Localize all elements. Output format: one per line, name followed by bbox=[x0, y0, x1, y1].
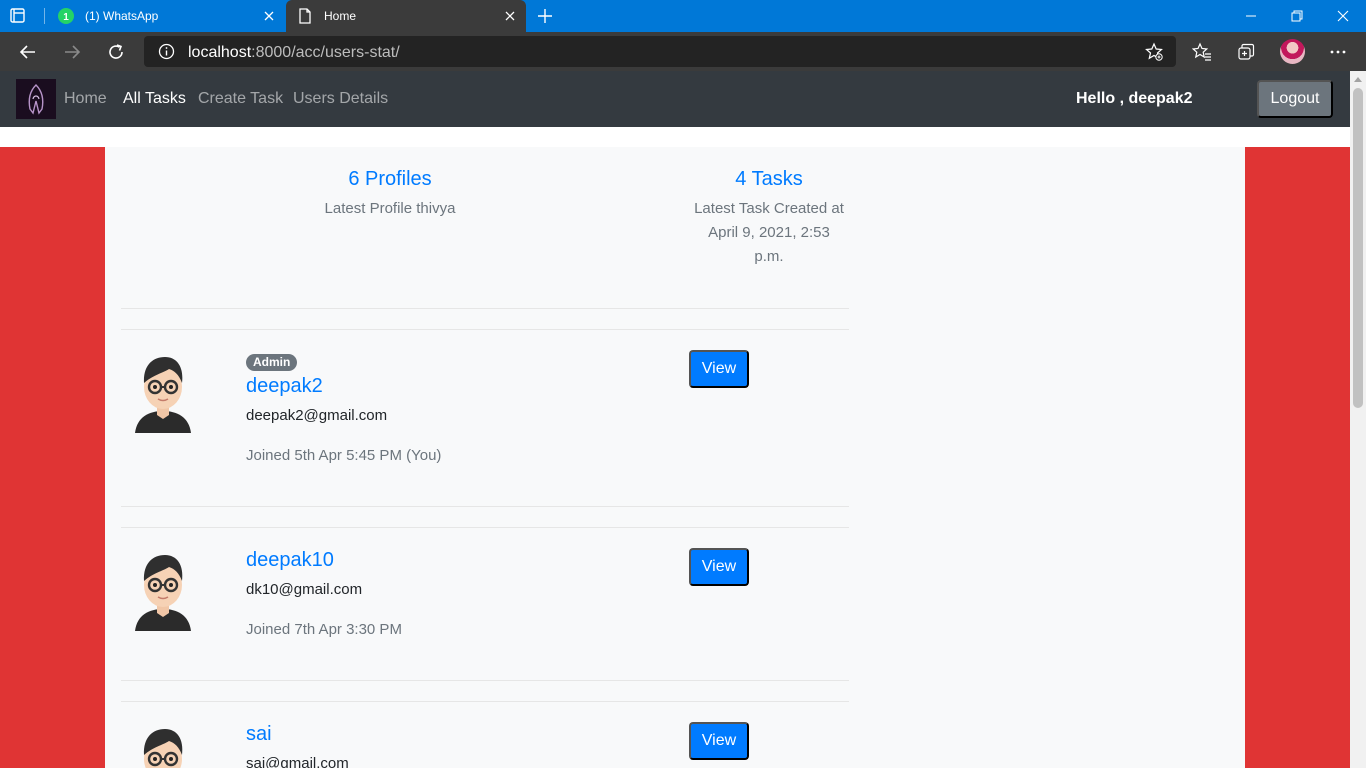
divider bbox=[121, 329, 849, 330]
browser-toolbar: localhost:8000/acc/users-stat/ bbox=[0, 32, 1366, 71]
user-joined-date: Joined 7th Apr 3:30 PM bbox=[246, 621, 402, 638]
browser-tab-bar: 1 (1) WhatsApp Home bbox=[0, 0, 1366, 32]
latest-profile-text: Latest Profile thivya bbox=[324, 200, 456, 217]
nav-link-create-task[interactable]: Create Task bbox=[198, 89, 283, 109]
profiles-stat: 6 Profiles Latest Profile thivya bbox=[300, 165, 480, 221]
users-stat-panel: 6 Profiles Latest Profile thivya 4 Tasks… bbox=[105, 147, 1245, 768]
tasks-count: 4 Tasks bbox=[735, 168, 803, 190]
user-email: deepak2@gmail.com bbox=[246, 407, 388, 424]
scroll-up-arrow-icon[interactable] bbox=[1354, 77, 1362, 82]
site-navbar: Home All Tasks Create Task Users Details… bbox=[0, 71, 1350, 127]
brand-logo[interactable] bbox=[16, 79, 56, 119]
latest-task-line: Latest Task Created at bbox=[694, 200, 844, 217]
refresh-icon[interactable] bbox=[104, 40, 128, 64]
new-tab-icon[interactable] bbox=[535, 6, 555, 26]
divider bbox=[121, 701, 849, 702]
user-info: deepak10 dk10@gmail.com Joined 7th Apr 3… bbox=[246, 547, 402, 641]
divider bbox=[121, 308, 849, 309]
more-options-icon[interactable] bbox=[1326, 40, 1350, 64]
page-scrollbar[interactable] bbox=[1350, 71, 1366, 768]
nav-link-all-tasks[interactable]: All Tasks bbox=[123, 89, 186, 109]
collections-icon[interactable] bbox=[1234, 40, 1258, 64]
tasks-stat: 4 Tasks Latest Task Created at April 9, … bbox=[679, 165, 859, 269]
user-name-link[interactable]: sai bbox=[246, 721, 349, 747]
latest-task-line: p.m. bbox=[754, 248, 784, 265]
view-user-button[interactable]: View bbox=[689, 548, 749, 586]
nav-link-home[interactable]: Home bbox=[64, 89, 107, 109]
logout-button[interactable]: Logout bbox=[1257, 80, 1333, 118]
greeting-text: Hello , deepak2 bbox=[1076, 90, 1193, 107]
minimize-icon[interactable] bbox=[1228, 0, 1274, 32]
user-info: sai sai@gmail.com bbox=[246, 721, 349, 768]
forward-arrow-icon[interactable] bbox=[60, 40, 84, 64]
view-user-button[interactable]: View bbox=[689, 722, 749, 760]
scrollbar-thumb[interactable] bbox=[1353, 88, 1363, 408]
tab-separator bbox=[44, 8, 45, 24]
page-icon bbox=[296, 7, 314, 25]
info-icon[interactable] bbox=[158, 43, 175, 60]
add-favorite-icon[interactable] bbox=[1144, 42, 1164, 62]
url-host: localhost bbox=[188, 44, 252, 61]
tab-home[interactable]: Home bbox=[286, 0, 526, 32]
avatar bbox=[133, 349, 193, 433]
close-icon[interactable] bbox=[261, 8, 277, 24]
address-bar[interactable]: localhost:8000/acc/users-stat/ bbox=[144, 36, 1176, 67]
nav-link-users-details[interactable]: Users Details bbox=[293, 89, 388, 109]
user-name-link[interactable]: deepak10 bbox=[246, 547, 402, 573]
tab-whatsapp[interactable]: 1 (1) WhatsApp bbox=[47, 0, 285, 32]
back-arrow-icon[interactable] bbox=[16, 40, 40, 64]
profiles-count: 6 Profiles bbox=[348, 168, 432, 190]
favorites-icon[interactable] bbox=[1190, 40, 1214, 64]
whatsapp-icon: 1 bbox=[57, 7, 75, 25]
divider bbox=[121, 680, 849, 681]
admin-badge: Admin bbox=[246, 354, 298, 371]
latest-task-line: April 9, 2021, 2:53 bbox=[708, 224, 830, 241]
avatar bbox=[133, 721, 193, 768]
tab-title: Home bbox=[324, 9, 357, 23]
tab-actions-icon[interactable] bbox=[9, 7, 27, 25]
user-info: Admin deepak2 deepak2@gmail.com Joined 5… bbox=[246, 353, 441, 467]
profile-avatar[interactable] bbox=[1280, 39, 1305, 64]
user-email: dk10@gmail.com bbox=[246, 581, 363, 598]
latest-task-text: Latest Task Created at April 9, 2021, 2:… bbox=[679, 197, 859, 269]
divider bbox=[121, 527, 849, 528]
user-name-link[interactable]: deepak2 bbox=[246, 373, 441, 399]
close-icon[interactable] bbox=[502, 8, 518, 24]
restore-icon[interactable] bbox=[1274, 0, 1320, 32]
user-email: sai@gmail.com bbox=[246, 755, 349, 768]
avatar bbox=[133, 547, 193, 631]
svg-text:1: 1 bbox=[63, 12, 69, 23]
tab-title: (1) WhatsApp bbox=[85, 9, 159, 23]
divider bbox=[121, 506, 849, 507]
window-close-icon[interactable] bbox=[1320, 0, 1366, 32]
user-joined-date: Joined 5th Apr 5:45 PM (You) bbox=[246, 447, 442, 464]
url-path: :8000/acc/users-stat/ bbox=[251, 44, 400, 61]
view-user-button[interactable]: View bbox=[689, 350, 749, 388]
url-text: localhost:8000/acc/users-stat/ bbox=[188, 44, 400, 62]
